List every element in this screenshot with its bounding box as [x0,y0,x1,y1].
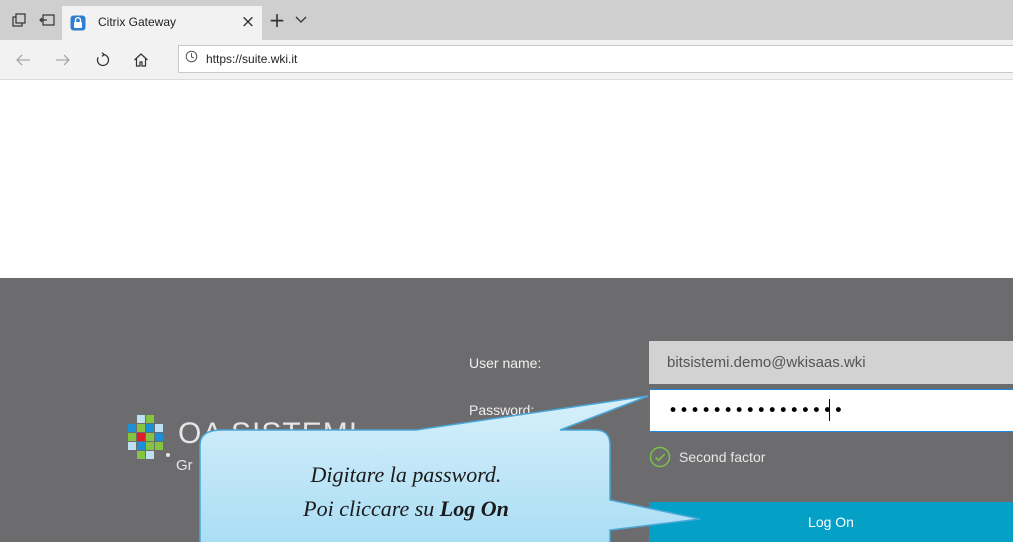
browser-window: Citrix Gateway × + https://suite.wki.it [0,0,1013,542]
callout-text: Digitare la password. Poi cliccare su Lo… [200,458,612,526]
callout-line-1: Digitare la password. [310,462,502,487]
callout-line-2-prefix: Poi cliccare su [303,496,440,521]
callout-line-2-bold: Log On [439,496,509,521]
callout-line-2: Poi cliccare su Log On [200,492,612,526]
